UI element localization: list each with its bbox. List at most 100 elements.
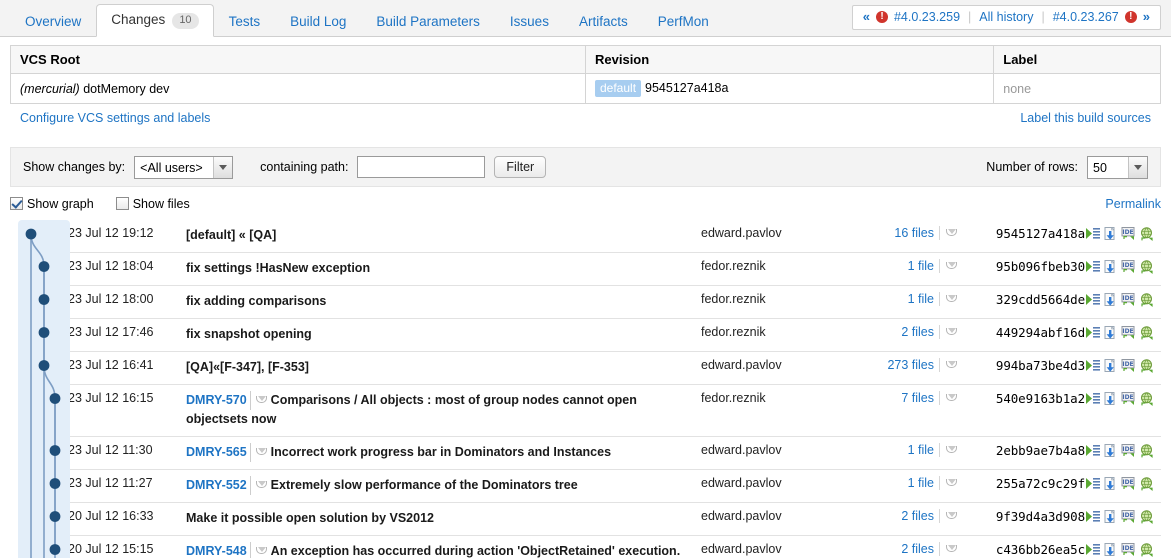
- changed-files-icon[interactable]: [1085, 326, 1100, 340]
- change-revision: c436bb26ea5c: [957, 535, 1085, 558]
- files-dropdown-icon[interactable]: [939, 391, 957, 405]
- previous-build-chevron[interactable]: «: [863, 9, 870, 25]
- tab-badge: 10: [172, 13, 199, 29]
- show-in-vcs-icon[interactable]: [1139, 227, 1154, 241]
- changed-files-link[interactable]: 1 file: [908, 443, 934, 457]
- files-dropdown-icon[interactable]: [939, 259, 957, 273]
- changed-files-icon[interactable]: [1085, 510, 1100, 524]
- changed-files-icon[interactable]: [1085, 293, 1100, 307]
- show-files-option[interactable]: Show files: [115, 197, 190, 211]
- issue-dropdown-icon[interactable]: [249, 476, 267, 495]
- changed-files-icon[interactable]: [1085, 543, 1100, 557]
- issue-link[interactable]: DMRY-548: [186, 544, 247, 558]
- download-patch-icon[interactable]: [1103, 443, 1118, 458]
- changed-files-icon[interactable]: [1085, 477, 1100, 491]
- download-patch-icon[interactable]: [1103, 226, 1118, 241]
- issue-dropdown-icon[interactable]: [249, 542, 267, 558]
- open-in-ide-icon[interactable]: IDE: [1121, 443, 1136, 458]
- changed-files-icon[interactable]: [1085, 260, 1100, 274]
- tab-build-parameters[interactable]: Build Parameters: [361, 6, 495, 37]
- show-in-vcs-icon[interactable]: [1139, 444, 1154, 458]
- download-patch-icon[interactable]: [1103, 391, 1118, 406]
- changed-files-link[interactable]: 1 file: [908, 292, 934, 306]
- configure-vcs-settings-link[interactable]: Configure VCS settings and labels: [20, 111, 210, 125]
- changed-files-link[interactable]: 273 files: [887, 358, 934, 372]
- open-in-ide-icon[interactable]: IDE: [1121, 292, 1136, 307]
- show-in-vcs-icon[interactable]: [1139, 510, 1154, 524]
- show-files-checkbox[interactable]: [115, 197, 129, 210]
- show-graph-checkbox[interactable]: [10, 197, 23, 210]
- changed-files-link[interactable]: 1 file: [908, 476, 934, 490]
- changed-files-link[interactable]: 1 file: [908, 259, 934, 273]
- files-dropdown-icon[interactable]: [939, 476, 957, 490]
- download-patch-icon[interactable]: [1103, 292, 1118, 307]
- changed-files-icon[interactable]: [1085, 359, 1100, 373]
- show-in-vcs-icon[interactable]: [1139, 392, 1154, 406]
- open-in-ide-icon[interactable]: IDE: [1121, 226, 1136, 241]
- tab-issues[interactable]: Issues: [495, 6, 564, 37]
- show-in-vcs-icon[interactable]: [1139, 293, 1154, 307]
- show-graph-option[interactable]: Show graph: [10, 197, 94, 211]
- changed-files-link[interactable]: 2 files: [901, 509, 934, 523]
- tab-changes[interactable]: Changes 10: [96, 4, 214, 37]
- changed-files-link[interactable]: 16 files: [894, 226, 934, 240]
- chevron-down-icon: [213, 156, 233, 178]
- download-patch-icon[interactable]: [1103, 358, 1118, 373]
- files-dropdown-icon[interactable]: [939, 292, 957, 306]
- tab-artifacts[interactable]: Artifacts: [564, 6, 643, 37]
- changed-files-icon[interactable]: [1085, 227, 1100, 241]
- containing-path-input[interactable]: [357, 156, 486, 178]
- files-dropdown-icon[interactable]: [939, 226, 957, 240]
- download-patch-icon[interactable]: [1103, 259, 1118, 274]
- changed-files-icon[interactable]: [1085, 392, 1100, 406]
- files-dropdown-icon[interactable]: [939, 509, 957, 523]
- issue-link[interactable]: DMRY-570: [186, 393, 247, 407]
- download-patch-icon[interactable]: [1103, 542, 1118, 557]
- files-dropdown-icon[interactable]: [939, 542, 957, 556]
- issue-dropdown-icon[interactable]: [249, 443, 267, 462]
- svg-text:IDE: IDE: [1122, 361, 1133, 368]
- changed-files-icon[interactable]: [1085, 444, 1100, 458]
- filter-button[interactable]: Filter: [494, 156, 547, 178]
- open-in-ide-icon[interactable]: IDE: [1121, 325, 1136, 340]
- open-in-ide-icon[interactable]: IDE: [1121, 476, 1136, 491]
- all-history-link[interactable]: All history: [979, 9, 1033, 25]
- download-patch-icon[interactable]: [1103, 509, 1118, 524]
- branch-badge: default: [595, 80, 642, 97]
- tab-tests[interactable]: Tests: [214, 6, 276, 37]
- open-in-ide-icon[interactable]: IDE: [1121, 391, 1136, 406]
- show-in-vcs-icon[interactable]: [1139, 260, 1154, 274]
- open-in-ide-icon[interactable]: IDE: [1121, 358, 1136, 373]
- tab-overview[interactable]: Overview: [10, 6, 96, 37]
- files-dropdown-icon[interactable]: [939, 358, 957, 372]
- open-in-ide-icon[interactable]: IDE: [1121, 259, 1136, 274]
- label-build-sources-link[interactable]: Label this build sources: [1020, 111, 1151, 125]
- changed-files-link[interactable]: 2 files: [901, 325, 934, 339]
- permalink-link[interactable]: Permalink: [1105, 197, 1161, 211]
- open-in-ide-icon[interactable]: IDE: [1121, 509, 1136, 524]
- commit-graph-cell: [10, 220, 68, 558]
- download-patch-icon[interactable]: [1103, 476, 1118, 491]
- files-dropdown-icon[interactable]: [939, 443, 957, 457]
- previous-build-link[interactable]: #4.0.23.259: [894, 9, 960, 25]
- issue-dropdown-icon[interactable]: [249, 391, 267, 410]
- issue-link[interactable]: DMRY-552: [186, 478, 247, 492]
- changed-files-link[interactable]: 2 files: [901, 542, 934, 556]
- open-in-ide-icon[interactable]: IDE: [1121, 542, 1136, 557]
- changed-files-link[interactable]: 7 files: [901, 391, 934, 405]
- show-in-vcs-icon[interactable]: [1139, 543, 1154, 557]
- next-build-link[interactable]: #4.0.23.267: [1053, 9, 1119, 25]
- change-date: 23 Jul 12 16:41: [68, 351, 186, 385]
- show-in-vcs-icon[interactable]: [1139, 477, 1154, 491]
- number-of-rows-select[interactable]: 50: [1087, 155, 1148, 179]
- download-patch-icon[interactable]: [1103, 325, 1118, 340]
- show-in-vcs-icon[interactable]: [1139, 326, 1154, 340]
- issue-link[interactable]: DMRY-565: [186, 445, 247, 459]
- tab-perfmon[interactable]: PerfMon: [643, 6, 724, 37]
- show-in-vcs-icon[interactable]: [1139, 359, 1154, 373]
- change-description: fix adding comparisons: [186, 294, 327, 308]
- files-dropdown-icon[interactable]: [939, 325, 957, 339]
- next-build-chevron[interactable]: »: [1143, 9, 1150, 25]
- user-filter-select[interactable]: <All users>: [134, 155, 234, 179]
- tab-build-log[interactable]: Build Log: [275, 6, 361, 37]
